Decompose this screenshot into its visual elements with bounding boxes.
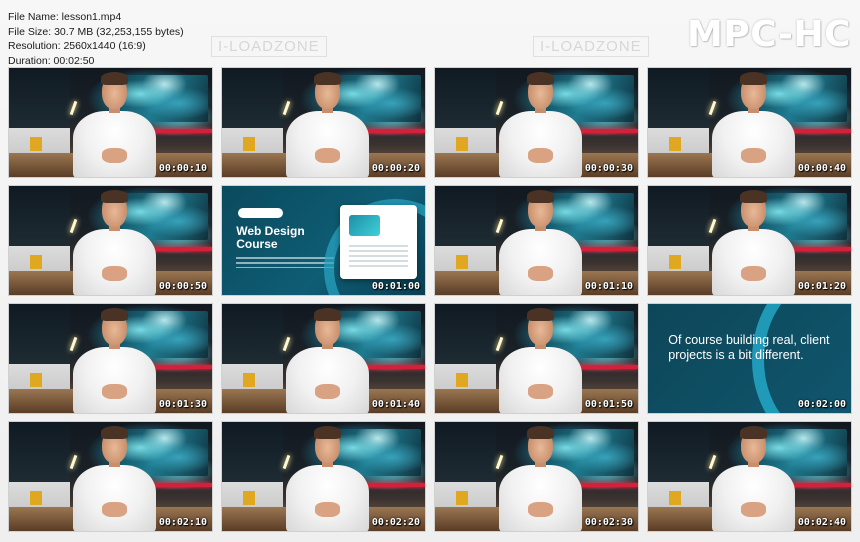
video-frame-scene — [648, 422, 851, 531]
thumbnail-frame[interactable]: Web Design Course 00:01:00 — [221, 185, 426, 296]
presenter — [709, 72, 798, 177]
video-frame-scene — [9, 68, 212, 177]
presenter — [70, 190, 159, 295]
resolution-line: Resolution: 2560x1440 (16:9) — [8, 40, 146, 52]
slide-app-mockup — [339, 204, 417, 279]
thumbnail-frame[interactable]: 00:00:40 — [647, 67, 852, 178]
thumbnail-frame[interactable]: 00:01:10 — [434, 185, 639, 296]
thumbnail-frame[interactable]: 00:01:40 — [221, 303, 426, 414]
slide-body-text — [236, 256, 334, 268]
timestamp: 00:01:20 — [797, 281, 846, 292]
timestamp: 00:01:50 — [584, 399, 633, 410]
video-frame-scene — [648, 186, 851, 295]
timestamp: 00:02:40 — [797, 517, 846, 528]
presenter — [283, 426, 372, 531]
presenter — [496, 72, 585, 177]
presenter — [496, 308, 585, 413]
slide-title-line2: Course — [236, 237, 278, 252]
timestamp: 00:01:30 — [158, 399, 207, 410]
presenter — [70, 308, 159, 413]
presenter — [496, 426, 585, 531]
thumbnail-frame[interactable]: 00:02:30 — [434, 421, 639, 532]
mpc-hc-logo: MPC-HC — [687, 14, 851, 55]
course-slide: Web Design Course — [222, 186, 425, 295]
timestamp: 00:01:00 — [371, 281, 420, 292]
thumbnail-frame[interactable]: Of course building real, client projects… — [647, 303, 852, 414]
thumbnail-frame[interactable]: 00:00:10 — [8, 67, 213, 178]
timestamp: 00:02:30 — [584, 517, 633, 528]
thumbnail-sheet: File Name: lesson1.mp4 File Size: 30.7 M… — [0, 0, 860, 542]
thumbnail-frame[interactable]: 00:02:40 — [647, 421, 852, 532]
video-frame-scene — [9, 422, 212, 531]
video-frame-scene — [222, 68, 425, 177]
slide-badge — [238, 207, 283, 218]
thumbnail-frame[interactable]: 00:01:50 — [434, 303, 639, 414]
timestamp: 00:01:40 — [371, 399, 420, 410]
slide-quote-text: Of course building real, client projects… — [668, 333, 830, 362]
presenter — [709, 190, 798, 295]
video-frame-scene — [435, 186, 638, 295]
slide-title: Web Design Course — [236, 225, 304, 251]
presenter — [283, 308, 372, 413]
file-info: File Name: lesson1.mp4 File Size: 30.7 M… — [8, 10, 184, 68]
video-frame-scene — [9, 186, 212, 295]
presenter — [496, 190, 585, 295]
thumbnail-frame[interactable]: 00:01:30 — [8, 303, 213, 414]
thumbnail-frame[interactable]: 00:00:20 — [221, 67, 426, 178]
watermark: I-LOADZONE — [533, 36, 649, 57]
thumbnail-frame[interactable]: 00:02:10 — [8, 421, 213, 532]
thumbnail-grid: 00:00:10 00:00:20 00:00:30 00:00:40 00:0… — [8, 67, 855, 537]
timestamp: 00:00:10 — [158, 163, 207, 174]
video-frame-scene — [9, 304, 212, 413]
video-frame-scene — [648, 68, 851, 177]
file-name-line: File Name: lesson1.mp4 — [8, 11, 122, 23]
timestamp: 00:02:20 — [371, 517, 420, 528]
watermark: I-LOADZONE — [211, 36, 327, 57]
video-frame-scene — [435, 68, 638, 177]
thumbnail-frame[interactable]: 00:00:50 — [8, 185, 213, 296]
timestamp: 00:00:20 — [371, 163, 420, 174]
timestamp: 00:02:00 — [797, 399, 846, 410]
presenter — [283, 72, 372, 177]
thumbnail-frame[interactable]: 00:01:20 — [647, 185, 852, 296]
quote-slide: Of course building real, client projects… — [648, 304, 851, 413]
video-frame-scene — [222, 422, 425, 531]
thumbnail-frame[interactable]: 00:00:30 — [434, 67, 639, 178]
presenter — [70, 426, 159, 531]
presenter — [70, 72, 159, 177]
timestamp: 00:00:50 — [158, 281, 207, 292]
timestamp: 00:01:10 — [584, 281, 633, 292]
presenter — [709, 426, 798, 531]
timestamp: 00:00:40 — [797, 163, 846, 174]
thumbnail-frame[interactable]: 00:02:20 — [221, 421, 426, 532]
timestamp: 00:00:30 — [584, 163, 633, 174]
duration-line: Duration: 00:02:50 — [8, 54, 95, 67]
timestamp: 00:02:10 — [158, 517, 207, 528]
video-frame-scene — [222, 304, 425, 413]
video-frame-scene — [435, 422, 638, 531]
file-size-line: File Size: 30.7 MB (32,253,155 bytes) — [8, 25, 184, 38]
video-frame-scene — [435, 304, 638, 413]
